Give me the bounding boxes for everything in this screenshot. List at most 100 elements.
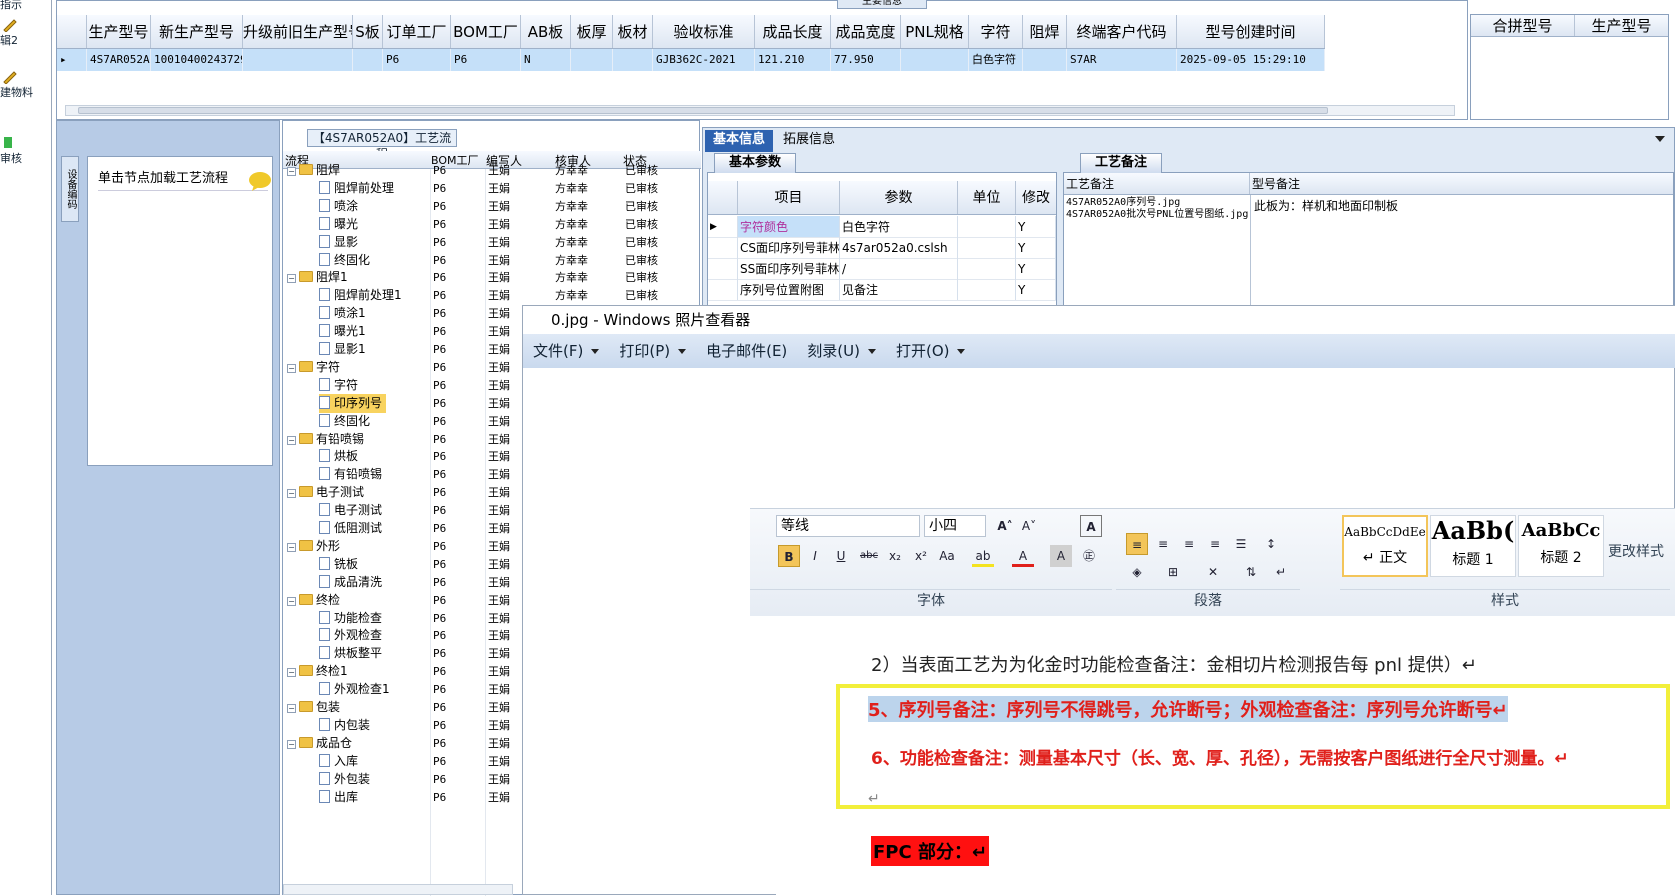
- column-header[interactable]: 新生产型号: [151, 15, 243, 48]
- underline-icon[interactable]: U: [830, 545, 852, 567]
- table-cell[interactable]: 2025-09-05 15:29:10: [1177, 49, 1325, 71]
- sidebar-item-0[interactable]: 指示: [0, 0, 51, 12]
- tree-hscrollbar[interactable]: [283, 884, 513, 895]
- horizontal-scrollbar[interactable]: [65, 105, 1455, 116]
- justify-icon[interactable]: ≡: [1204, 533, 1226, 555]
- table-cell[interactable]: SS面印序列号菲林: [738, 258, 840, 279]
- table-cell[interactable]: [958, 237, 1016, 258]
- table-cell[interactable]: S7AR: [1067, 49, 1177, 71]
- collapse-icon[interactable]: −: [287, 489, 296, 499]
- vertical-tab[interactable]: 设备编码: [61, 156, 79, 222]
- line-spacing-icon[interactable]: ↕: [1260, 533, 1282, 555]
- distribute-icon[interactable]: ☰: [1230, 533, 1252, 555]
- sort-icon[interactable]: ⇅: [1240, 561, 1262, 583]
- borders-icon[interactable]: ⊞: [1162, 561, 1184, 583]
- table-cell[interactable]: /: [840, 258, 958, 279]
- menu-print[interactable]: 打印(P): [619, 334, 687, 368]
- style-heading-1[interactable]: AaBb( 标题 1: [1430, 515, 1516, 577]
- collapse-icon[interactable]: −: [287, 596, 296, 606]
- table-cell[interactable]: 10010400243729: [151, 49, 243, 71]
- tree-row[interactable]: − 阻焊 P6 王娟 方幸幸 已审核: [283, 161, 701, 180]
- style-heading-2[interactable]: AaBbCc 标题 2: [1518, 515, 1604, 577]
- highlight-icon[interactable]: ab: [972, 545, 994, 567]
- subscript-icon[interactable]: x₂: [884, 545, 906, 567]
- column-header[interactable]: 板厚: [571, 15, 613, 48]
- table-cell[interactable]: [571, 49, 613, 71]
- table-cell[interactable]: 77.950: [831, 49, 901, 71]
- column-header[interactable]: 板材: [613, 15, 653, 48]
- table-cell[interactable]: Y: [1016, 279, 1056, 300]
- superscript-icon[interactable]: x²: [910, 545, 932, 567]
- column-header[interactable]: 成品长度: [755, 15, 831, 48]
- table-row[interactable]: 序列号位置附图 见备注 Y: [708, 279, 1056, 301]
- table-cell[interactable]: 白色字符: [840, 216, 958, 237]
- table-cell[interactable]: Y: [1016, 258, 1056, 279]
- column-header[interactable]: 合拼型号: [1471, 15, 1575, 36]
- column-header[interactable]: 项目: [738, 181, 840, 214]
- tree-row[interactable]: 显影 P6 王娟 方幸幸 已审核: [283, 233, 701, 252]
- column-header[interactable]: 型号备注: [1250, 173, 1670, 194]
- table-cell[interactable]: CS面印序列号菲林: [738, 237, 840, 258]
- collapse-icon[interactable]: −: [287, 739, 296, 749]
- sidebar-item-1[interactable]: 辑2: [0, 18, 51, 48]
- scroll-thumb[interactable]: [78, 107, 1328, 114]
- column-header[interactable]: 参数: [840, 181, 958, 214]
- table-row[interactable]: CS面印序列号菲林 4s7ar052a0.cslsh Y: [708, 237, 1056, 259]
- column-header[interactable]: 成品宽度: [831, 15, 901, 48]
- table-cell[interactable]: Y: [1016, 216, 1056, 237]
- enclose-char-icon[interactable]: ㊣: [1078, 545, 1100, 567]
- char-border-icon[interactable]: A: [1080, 515, 1102, 537]
- sidebar-item-2[interactable]: 建物料: [0, 70, 51, 100]
- table-cell[interactable]: P6: [383, 49, 451, 71]
- font-color-icon[interactable]: A: [1012, 545, 1034, 567]
- align-right-icon[interactable]: ≡: [1178, 533, 1200, 555]
- tab-extended-info[interactable]: 拓展信息: [775, 130, 843, 152]
- column-header[interactable]: 修改: [1016, 181, 1056, 214]
- shading-icon[interactable]: ◈: [1126, 561, 1148, 583]
- menu-open[interactable]: 打开(O): [896, 334, 966, 368]
- table-cell[interactable]: N: [521, 49, 571, 71]
- column-header[interactable]: 型号创建时间: [1177, 15, 1325, 48]
- table-row[interactable]: SS面印序列号菲林 / Y: [708, 258, 1056, 280]
- table-cell[interactable]: 121.210: [755, 49, 831, 71]
- show-marks-icon[interactable]: ↵: [1270, 561, 1292, 583]
- font-name-box[interactable]: 等线: [776, 515, 920, 537]
- table-row[interactable]: ▸ 4S7AR052A0 10010400243729 P6 P6 N GJB362C-20…: [57, 49, 1325, 71]
- table-cell[interactable]: P6: [451, 49, 521, 71]
- table-cell[interactable]: [958, 279, 1016, 300]
- column-header[interactable]: 生产型号: [87, 15, 151, 48]
- table-cell[interactable]: 见备注: [840, 279, 958, 300]
- process-note-text[interactable]: 4S7AR052A0序列号.jpg 4S7AR052A0批次号PNL位置号图纸.…: [1066, 197, 1250, 221]
- italic-icon[interactable]: I: [804, 545, 826, 567]
- char-shading-icon[interactable]: A: [1050, 545, 1072, 567]
- column-header[interactable]: 单位: [958, 181, 1016, 214]
- chinese-layout-icon[interactable]: ✕: [1202, 561, 1224, 583]
- collapse-icon[interactable]: −: [287, 668, 296, 678]
- column-header[interactable]: BOM工厂: [451, 15, 521, 48]
- collapse-icon[interactable]: −: [287, 274, 296, 284]
- align-center-icon[interactable]: ≡: [1152, 533, 1174, 555]
- table-cell[interactable]: [353, 49, 383, 71]
- sidebar-item-3[interactable]: 审核: [0, 136, 51, 166]
- collapse-icon[interactable]: −: [287, 167, 296, 176]
- style-normal[interactable]: AaBbCcDdEe ↵ 正文: [1342, 515, 1428, 577]
- grow-font-icon[interactable]: A˄: [994, 515, 1016, 537]
- table-cell[interactable]: [901, 49, 969, 71]
- shrink-font-icon[interactable]: A˅: [1018, 515, 1040, 537]
- change-case-icon[interactable]: Aa: [936, 545, 958, 567]
- font-size-box[interactable]: 小四: [924, 515, 986, 537]
- menu-burn[interactable]: 刻录(U): [807, 334, 876, 368]
- column-header[interactable]: 生产型号: [1575, 15, 1668, 36]
- column-header[interactable]: S板: [353, 15, 383, 48]
- chevron-down-icon[interactable]: [1655, 136, 1665, 144]
- column-header[interactable]: 阻焊: [1023, 15, 1067, 48]
- table-cell[interactable]: GJB362C-2021: [653, 49, 755, 71]
- column-header[interactable]: 验收标准: [653, 15, 755, 48]
- column-header[interactable]: 升级前旧生产型号: [243, 15, 353, 48]
- table-cell[interactable]: [958, 258, 1016, 279]
- collapse-icon[interactable]: −: [287, 363, 296, 373]
- menu-file[interactable]: 文件(F): [533, 334, 600, 368]
- column-header[interactable]: 订单工厂: [383, 15, 451, 48]
- table-cell[interactable]: 白色字符: [969, 49, 1023, 71]
- column-header[interactable]: 字符: [969, 15, 1023, 48]
